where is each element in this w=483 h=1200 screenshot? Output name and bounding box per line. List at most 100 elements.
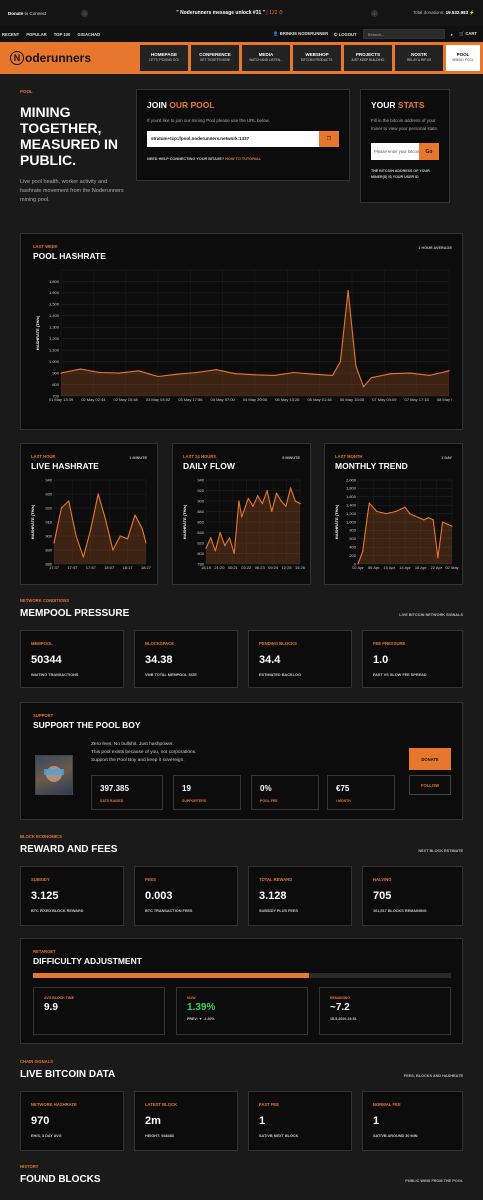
y-tick-label: 1,400 [346,503,357,508]
y-axis-label: HASHRATE (TH/s) [35,315,40,350]
section-kicker: HISTORY [20,1164,39,1169]
nav-webshop[interactable]: WEBSHOP BITCOIN PRODUCTS. [293,45,341,71]
live-hashrate-chart: 88089090091092093094017:37 17:47 17:57 18:0… [30,477,152,570]
monthly-trend-card: LAST MONTH MONTHLY TREND 1 DAY 0 200 400 60… [324,443,463,585]
section-note: NEXT BLOCK ESTIMATE [418,849,463,853]
stat-label: TOTAL REWARD [259,877,293,882]
support-stat-label: SUPPORTERS [182,799,207,803]
stat-mempool: MEMPOOL 50344 WAITING TRANSACTIONS [20,630,124,688]
site-logo[interactable]: Noderunners [0,51,91,65]
pool-hashrate-chart: 7008009001,0001,1001,2001,3001,4001,5001… [35,269,452,402]
x-tick-label: 02 May 02:44 [81,397,106,402]
y-tick-label: 600 [349,536,356,541]
y-tick-label: 1,200 [346,511,357,516]
data-point [451,525,453,527]
join-text: If you'd like to join our mining Pool pl… [147,118,270,123]
y-tick-label: 400 [349,545,356,550]
data-point [332,374,334,376]
x-tick-label: 03:22 [241,565,252,570]
card-kicker: LAST MONTH [335,454,363,459]
x-tick-label: 08 May 06:23 [437,397,452,402]
menu-item-top100[interactable]: TOP 100 [54,32,71,37]
donate-button[interactable]: DONATE [409,748,451,770]
menu-item-popular[interactable]: POPULAR [26,32,46,37]
main-header: Noderunners HOMEPAGE LET'S F*CKING GO! CO… [0,42,483,74]
nav-subtitle: LET'S F*CKING GO! [149,58,179,62]
support-stat-value: €75 [336,784,350,793]
monthly-trend-chart: 02004006008001,0001,2001,4001,6001,8002,… [334,477,459,570]
copy-icon[interactable]: ❐ [319,131,339,147]
search-input[interactable]: Search... [362,29,445,39]
data-point [138,370,140,372]
data-point [366,515,368,517]
donate-link[interactable]: Donate [8,11,23,16]
difficulty-card: RETARGET DIFFICULTY ADJUSTMENT AVG BLOCK… [20,938,463,1044]
data-point [294,500,296,502]
pool-url-field[interactable]: stratum+tcp://pool.noderunners.network:1… [147,131,319,147]
menu-item-recent[interactable]: RECENT [2,32,19,37]
follow-button[interactable]: FOLLOW [409,775,451,795]
card-title: LIVE HASHRATE [31,461,99,471]
go-button[interactable]: Go [419,143,439,160]
x-tick-label: 18:17 [123,565,134,570]
data-point [53,542,55,544]
difficulty-progress-track [33,973,451,978]
join-title: JOIN OUR POOL [147,100,339,110]
y-tick-label: 800 [197,551,204,556]
card-title: MONTHLY TREND [335,461,408,471]
stat-label: FAST FEE [259,1102,280,1107]
y-tick-label: 1,800 [49,279,60,284]
nav-title: POOL [456,52,470,57]
daily-flow-chart: 78080082084086088090092094018:19 21:20 00:… [182,477,306,570]
cart-link[interactable]: 🛒 CART [459,31,477,37]
section-title: MEMPOOL PRESSURE [20,608,130,619]
x-tick-label: 03 May 17:56 [178,397,203,402]
stat-sub: EH/S, 3 DAY AVG [31,1134,62,1138]
address-input[interactable]: Please enter your bitcoin [371,143,419,160]
stats-title-b: STATS [397,100,425,110]
stat-sub: SUBSIDY PLUS FEES [259,909,298,913]
data-point [409,513,411,515]
data-point [141,528,143,530]
stat-sub: VMB TOTAL MEMPOOL SIZE [145,673,197,677]
data-point [112,549,114,551]
logout-link[interactable]: ⏻ LOGOUT [334,32,356,37]
nav-conference[interactable]: CONFERENCE GET TICKETS NOW! [191,45,239,71]
user-link[interactable]: 👤 BRINKIE NODERUNNER [273,31,328,37]
nav-homepage[interactable]: HOMEPAGE LET'S F*CKING GO! [140,45,188,71]
x-tick-label: 00:21 [228,565,239,570]
nav-media[interactable]: MEDIA WATCH AND LISTEN... [242,45,290,71]
data-point [290,487,292,489]
card-title: POOL HASHRATE [33,251,106,261]
nav-projects[interactable]: PROJECTS JUST KEEP BUILDING. [344,45,392,71]
data-point [390,373,392,375]
data-point [60,507,62,509]
nav-subtitle: MINING POOL [452,58,474,62]
ticker-next-icon[interactable]: › [370,9,378,17]
data-point [363,386,365,388]
search-icon[interactable]: ⌕ [451,32,453,37]
user-name: BRINKIE NODERUNNER [279,31,329,36]
stat-fee-pressure: FEE PRESSURE 1.0 FAST VS SLOW FEE SPREAD [362,630,463,688]
data-point [362,550,364,552]
stat-sub: 161,517 BLOCKS REMAINING [373,909,427,913]
y-tick-label: 940 [197,477,204,482]
y-tick-label: 930 [45,491,52,496]
data-point [409,372,411,374]
stat-halving: HALVING 705 161,517 BLOCKS REMAINING [362,866,463,926]
menu-item-gigachad[interactable]: GIGACHAD [77,32,100,37]
data-point [257,495,259,497]
nav-nostr[interactable]: NOSTR RELAY & RIP-05 [395,45,443,71]
card-kicker: RETARGET [33,949,56,954]
ticker-message[interactable]: " Noderunners message unlock #31 " | 122… [176,10,282,16]
total-donations: Total donations: 19.532.983 ⚡ [413,10,475,16]
data-point [82,556,85,558]
y-tick-label: 1,600 [49,290,60,295]
card-interval: 1 MINUTE [129,456,147,460]
ticker-prev-icon[interactable]: ‹ [81,9,89,17]
tutorial-link[interactable]: HOW TO TUTORIAL [225,157,261,161]
chain-header: CHAIN SIGNALS LIVE BITCOIN DATA [20,1059,115,1080]
cart-icon: 🛒 [458,31,465,36]
nav-pool[interactable]: POOL MINING POOL [446,45,480,71]
data-point [252,505,254,507]
